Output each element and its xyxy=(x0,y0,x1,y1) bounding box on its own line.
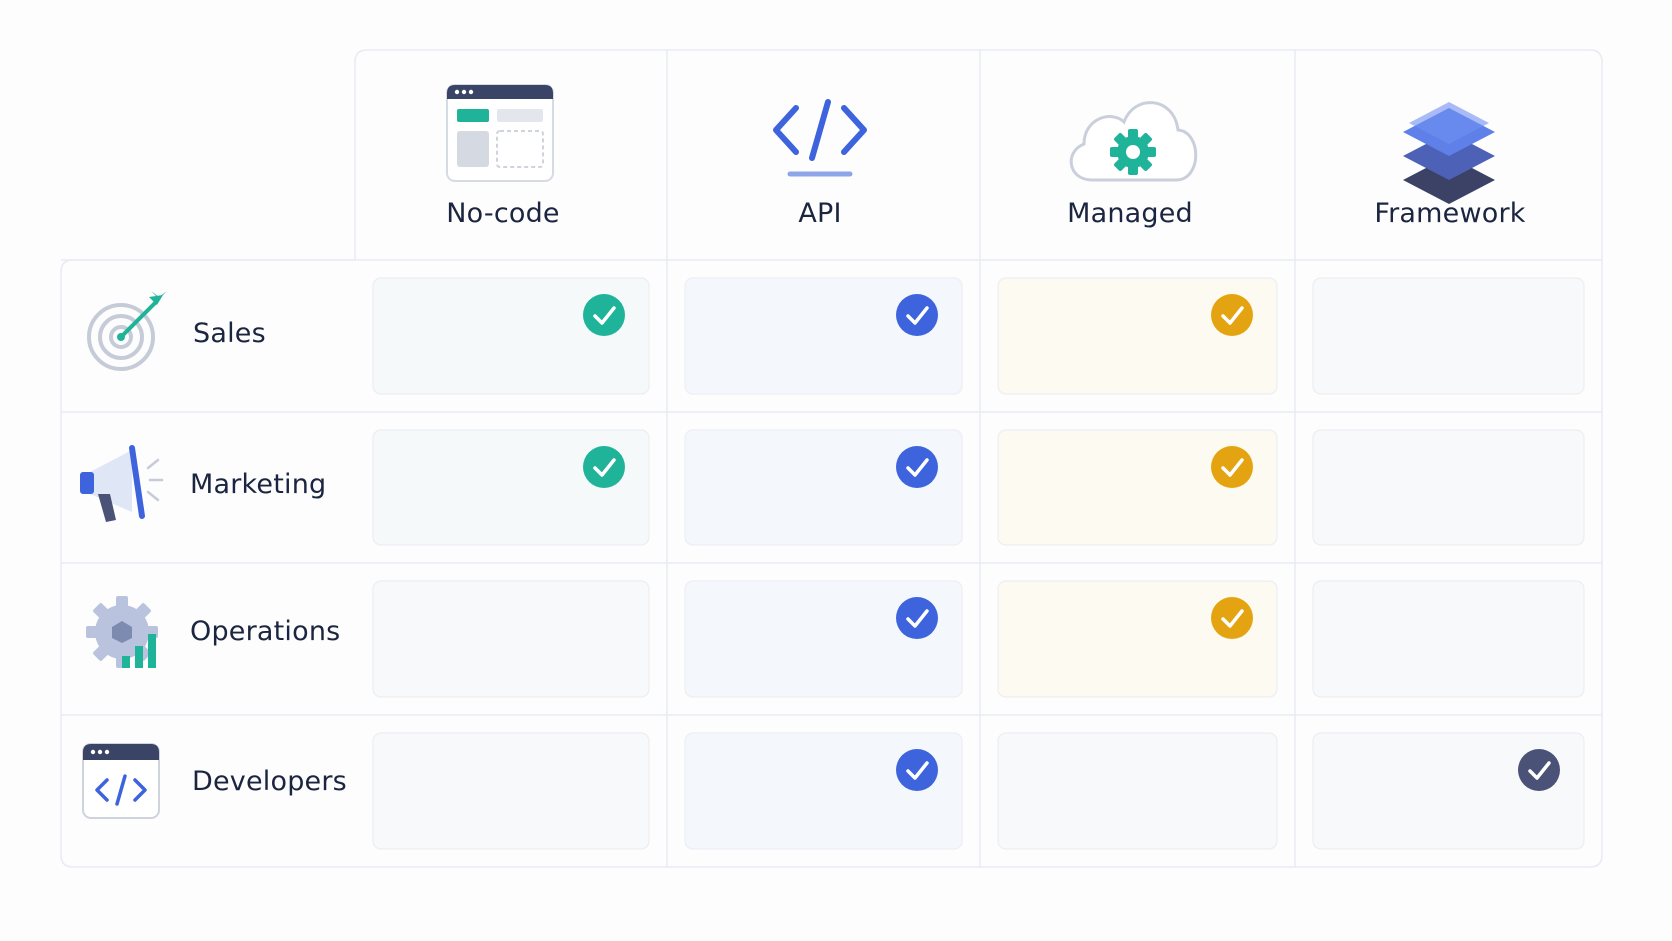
cloud-gear-icon xyxy=(1069,101,1198,182)
cell-developers-no-code xyxy=(372,732,650,850)
check-badge-icon xyxy=(896,294,938,336)
cell-developers-api xyxy=(684,732,963,850)
cell-operations-no-code xyxy=(372,580,650,698)
cell-sales-managed xyxy=(997,277,1278,395)
check-badge-icon xyxy=(896,597,938,639)
column-label-framework: Framework xyxy=(1374,198,1526,229)
check-badge-icon xyxy=(896,446,938,488)
cell-marketing-managed xyxy=(997,429,1278,546)
megaphone-icon xyxy=(80,445,164,522)
check-badge-icon xyxy=(1518,749,1560,791)
cell-marketing-api xyxy=(684,429,963,546)
column-label-api: API xyxy=(798,198,842,229)
cell-developers-framework xyxy=(1312,732,1585,850)
cell-sales-no-code xyxy=(372,277,650,395)
cell-sales-api xyxy=(684,277,963,395)
check-badge-icon xyxy=(583,446,625,488)
gear-chart-icon xyxy=(86,596,158,668)
check-badge-icon xyxy=(1211,446,1253,488)
column-label-no-code: No-code xyxy=(446,198,560,229)
cell-operations-managed xyxy=(997,580,1278,698)
code-window-icon xyxy=(82,743,160,819)
check-badge-icon xyxy=(896,749,938,791)
row-label-developers: Developers xyxy=(192,766,347,797)
check-badge-icon xyxy=(1211,294,1253,336)
code-icon xyxy=(773,99,867,177)
cell-operations-framework xyxy=(1312,580,1585,698)
cell-marketing-no-code xyxy=(372,429,650,546)
layers-icon xyxy=(1403,102,1495,204)
cell-operations-api xyxy=(684,580,963,698)
web-builder-icon xyxy=(446,84,554,182)
cell-marketing-framework xyxy=(1312,429,1585,546)
check-badge-icon xyxy=(583,294,625,336)
target-icon xyxy=(87,291,167,371)
row-label-marketing: Marketing xyxy=(190,469,327,500)
column-label-managed: Managed xyxy=(1067,198,1193,229)
row-label-operations: Operations xyxy=(190,616,341,647)
row-label-sales: Sales xyxy=(193,318,266,349)
check-badge-icon xyxy=(1211,597,1253,639)
cell-sales-framework xyxy=(1312,277,1585,395)
cell-developers-managed xyxy=(997,732,1278,850)
